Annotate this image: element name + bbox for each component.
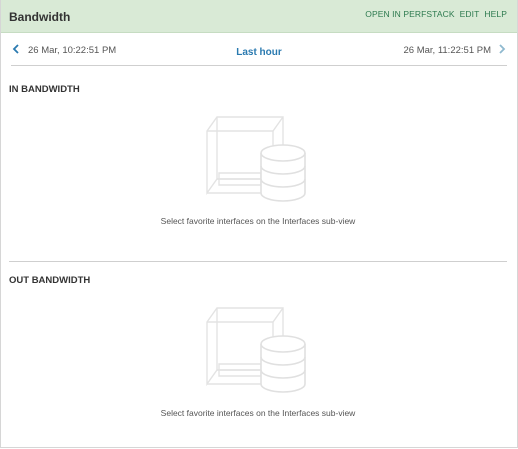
range-start-time: 26 Mar, 10:22:51 PM [28, 45, 117, 56]
chevron-right-icon[interactable] [497, 44, 507, 54]
bandwidth-widget: Bandwidth OPEN IN PERFSTACK EDIT HELP 26… [0, 0, 518, 448]
chevron-left-icon[interactable] [11, 44, 21, 54]
box-database-icon [206, 307, 306, 393]
range-selector[interactable]: Last hour [236, 47, 282, 58]
in-bandwidth-section: IN BANDWIDTH Select favorite interfaces … [9, 66, 507, 262]
in-bandwidth-empty-message: Select favorite interfaces on the Interf… [160, 216, 356, 226]
widget-actions: OPEN IN PERFSTACK EDIT HELP [365, 9, 507, 19]
help-link[interactable]: HELP [484, 9, 507, 19]
in-bandwidth-title: IN BANDWIDTH [9, 84, 80, 95]
time-range-bar: 26 Mar, 10:22:51 PM Last hour 26 Mar, 11… [11, 33, 507, 66]
widget-title: Bandwidth [9, 10, 71, 24]
range-end-time: 26 Mar, 11:22:51 PM [403, 45, 492, 56]
edit-link[interactable]: EDIT [460, 9, 480, 19]
open-in-perfstack-link[interactable]: OPEN IN PERFSTACK [365, 9, 454, 19]
box-database-icon [206, 116, 306, 202]
out-bandwidth-title: OUT BANDWIDTH [9, 275, 91, 286]
widget-header: Bandwidth OPEN IN PERFSTACK EDIT HELP [1, 0, 517, 33]
out-bandwidth-section: OUT BANDWIDTH Select favorite interfaces… [9, 262, 507, 447]
out-bandwidth-empty-message: Select favorite interfaces on the Interf… [160, 408, 356, 418]
